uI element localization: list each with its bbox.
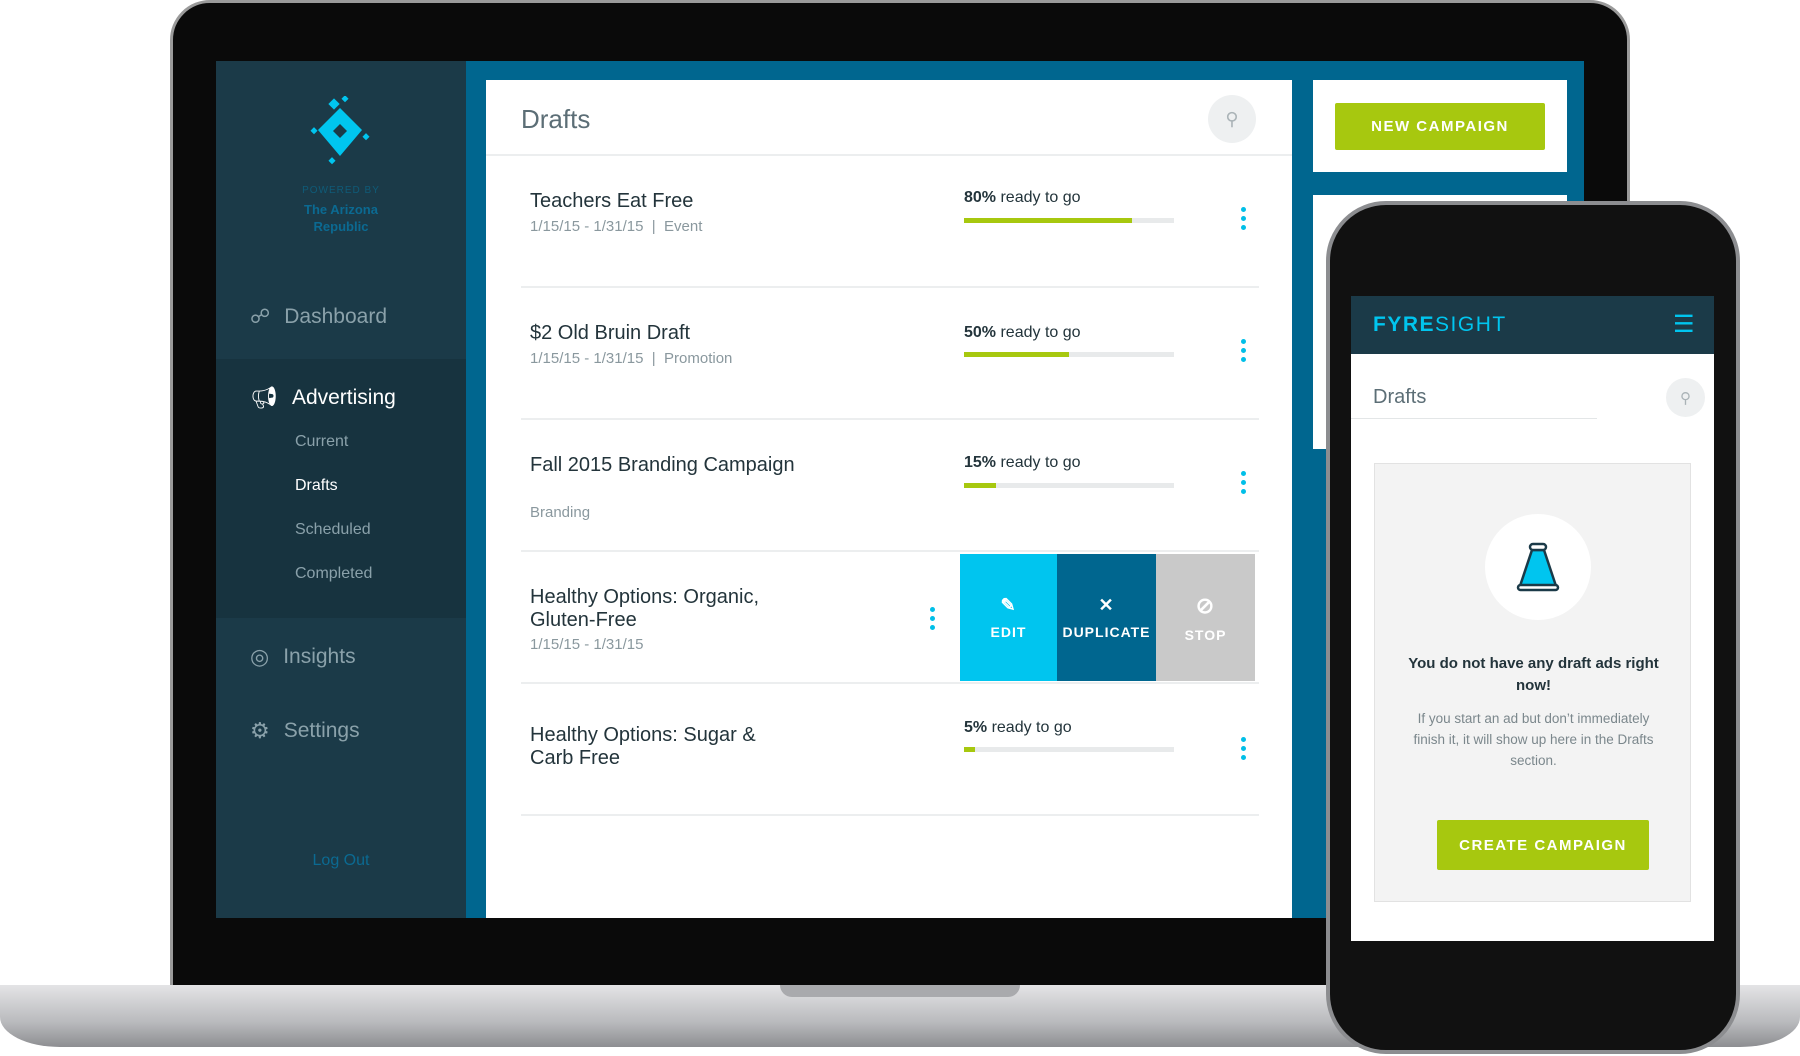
progress-text: ready to go [996, 454, 1081, 471]
subitem-current[interactable]: Current [295, 433, 348, 451]
dashboard-icon: ☍ [250, 306, 271, 328]
campaign-dates: 1/15/15 - 1/31/15 [530, 218, 644, 235]
campaign-title: Fall 2015 Branding Campaign [530, 454, 795, 476]
new-campaign-card: NEW CAMPAIGN [1313, 80, 1567, 172]
more-menu-button[interactable] [1241, 207, 1247, 230]
campaign-dates: 1/15/15 - 1/31/15 [530, 636, 644, 653]
more-menu-button[interactable] [1241, 737, 1247, 760]
mobile-header: FYRESIGHT ☰ [1351, 296, 1714, 354]
page-title: Drafts [521, 104, 591, 134]
logout-link[interactable]: Log Out [216, 852, 466, 870]
search-icon: ⚲ [1680, 389, 1691, 407]
progress-label: 80% ready to go [964, 189, 1081, 207]
empty-body: If you start an ad but don’t immediately… [1413, 711, 1654, 768]
campaign-type: Promotion [664, 350, 733, 367]
empty-state-card: You do not have any draft ads right now!… [1374, 463, 1691, 902]
megaphone-icon [1516, 542, 1560, 592]
sidebar-item-settings[interactable]: ⚙ Settings [250, 718, 360, 744]
pencil-icon: ✎ [1000, 595, 1017, 615]
subitem-drafts[interactable]: Drafts [295, 477, 338, 495]
progress-fill [964, 352, 1069, 357]
campaign-dates: 1/15/15 - 1/31/15 [530, 350, 644, 367]
table-row[interactable]: Fall 2015 Branding Campaign Branding 15%… [521, 420, 1259, 552]
progress-percent: 15% [964, 454, 997, 471]
brand-line: The Arizona [304, 202, 378, 217]
powered-by-label: POWERED BY [302, 185, 380, 196]
logo-icon [310, 96, 370, 165]
edit-label: EDIT [990, 624, 1027, 640]
mobile-brand: FYRESIGHT [1373, 313, 1507, 337]
mobile-search-button[interactable]: ⚲ [1666, 378, 1705, 417]
sidebar-item-label: Settings [283, 719, 360, 742]
campaign-title: $2 Old Bruin Draft [530, 322, 691, 344]
campaign-meta: 1/15/15 - 1/31/15 | Event [530, 218, 703, 235]
subitem-completed[interactable]: Completed [295, 565, 372, 583]
edit-button[interactable]: ✎ EDIT [960, 554, 1057, 681]
sidebar-item-insights[interactable]: ◎ Insights [250, 644, 356, 670]
progress-fill [964, 483, 996, 488]
sidebar-item-label: Insights [283, 645, 356, 668]
more-menu-button[interactable] [930, 607, 936, 630]
sidebar-item-label: Dashboard [284, 304, 387, 328]
campaign-title: Healthy Options: Organic, Gluten-Free [530, 586, 759, 631]
sidebar-item-advertising[interactable]: 📢︎ Advertising [250, 385, 396, 411]
progress-text: ready to go [996, 324, 1081, 341]
progress-percent: 5% [964, 719, 988, 736]
progress-text: ready to go [987, 719, 1072, 736]
table-row[interactable]: Healthy Options: Sugar & Carb Free 5% re… [521, 684, 1259, 816]
campaign-meta: 1/15/15 - 1/31/15 | Promotion [530, 350, 733, 367]
stop-label: STOP [1184, 626, 1227, 643]
progress-label: 50% ready to go [964, 324, 1081, 342]
divider [1351, 418, 1597, 419]
megaphone-icon: 📢︎ [250, 385, 278, 410]
mobile-screen: FYRESIGHT ☰ Drafts ⚲ You do not have any… [1351, 296, 1714, 941]
more-menu-button[interactable] [1241, 471, 1247, 494]
megaphone-icon-circle [1485, 514, 1591, 620]
progress-label: 15% ready to go [964, 454, 1081, 472]
table-row[interactable]: $2 Old Bruin Draft 1/15/15 - 1/31/15 | P… [521, 288, 1259, 420]
hamburger-menu-icon[interactable]: ☰ [1673, 310, 1695, 339]
drafts-panel: Drafts ⚲ Teachers Eat Free 1/15/15 - 1/3… [486, 80, 1292, 918]
campaign-title: Healthy Options: Sugar & Carb Free [530, 724, 756, 769]
campaign-title: Teachers Eat Free [530, 190, 694, 212]
progress-bar [964, 218, 1174, 223]
empty-heading: You do not have any draft ads right now! [1408, 655, 1659, 694]
stop-button[interactable]: ⊘ STOP [1156, 554, 1255, 681]
laptop-notch [780, 985, 1020, 997]
progress-percent: 50% [964, 324, 997, 341]
more-menu-button[interactable] [1241, 339, 1247, 362]
progress-bar [964, 483, 1174, 488]
prohibited-icon: ⊘ [1195, 592, 1216, 618]
duplicate-button[interactable]: ✕ DUPLICATE [1057, 554, 1156, 681]
table-row[interactable]: Healthy Options: Organic, Gluten-Free 1/… [521, 552, 1259, 684]
create-campaign-button[interactable]: CREATE CAMPAIGN [1437, 820, 1649, 870]
brand-line: Republic [313, 219, 369, 234]
progress-percent: 80% [964, 189, 997, 206]
gear-icon: ⚙ [250, 718, 270, 743]
search-icon: ⚲ [1225, 108, 1239, 129]
sidebar-item-dashboard[interactable]: ☍ Dashboard [250, 304, 387, 329]
sidebar: POWERED BY The Arizona Republic ☍ Dashboar… [216, 61, 466, 918]
subitem-scheduled[interactable]: Scheduled [295, 521, 371, 539]
close-icon: ✕ [1098, 595, 1115, 615]
campaign-type: Event [664, 218, 703, 235]
campaign-type: Branding [530, 504, 591, 521]
search-button[interactable]: ⚲ [1208, 95, 1256, 143]
mobile-page-title: Drafts [1373, 386, 1427, 408]
progress-fill [964, 747, 975, 752]
progress-label: 5% ready to go [964, 719, 1072, 737]
brand-name: The Arizona Republic [216, 201, 466, 235]
duplicate-label: DUPLICATE [1062, 624, 1151, 640]
target-icon: ◎ [250, 644, 270, 669]
brand-bold: FYRE [1373, 313, 1436, 336]
progress-fill [964, 218, 1132, 223]
new-campaign-button[interactable]: NEW CAMPAIGN [1335, 103, 1545, 150]
progress-bar [964, 352, 1174, 357]
progress-bar [964, 747, 1174, 752]
progress-text: ready to go [996, 189, 1081, 206]
table-row[interactable]: Teachers Eat Free 1/15/15 - 1/31/15 | Ev… [521, 156, 1259, 288]
brand-light: SIGHT [1435, 313, 1507, 336]
sidebar-item-label: Advertising [291, 386, 396, 409]
